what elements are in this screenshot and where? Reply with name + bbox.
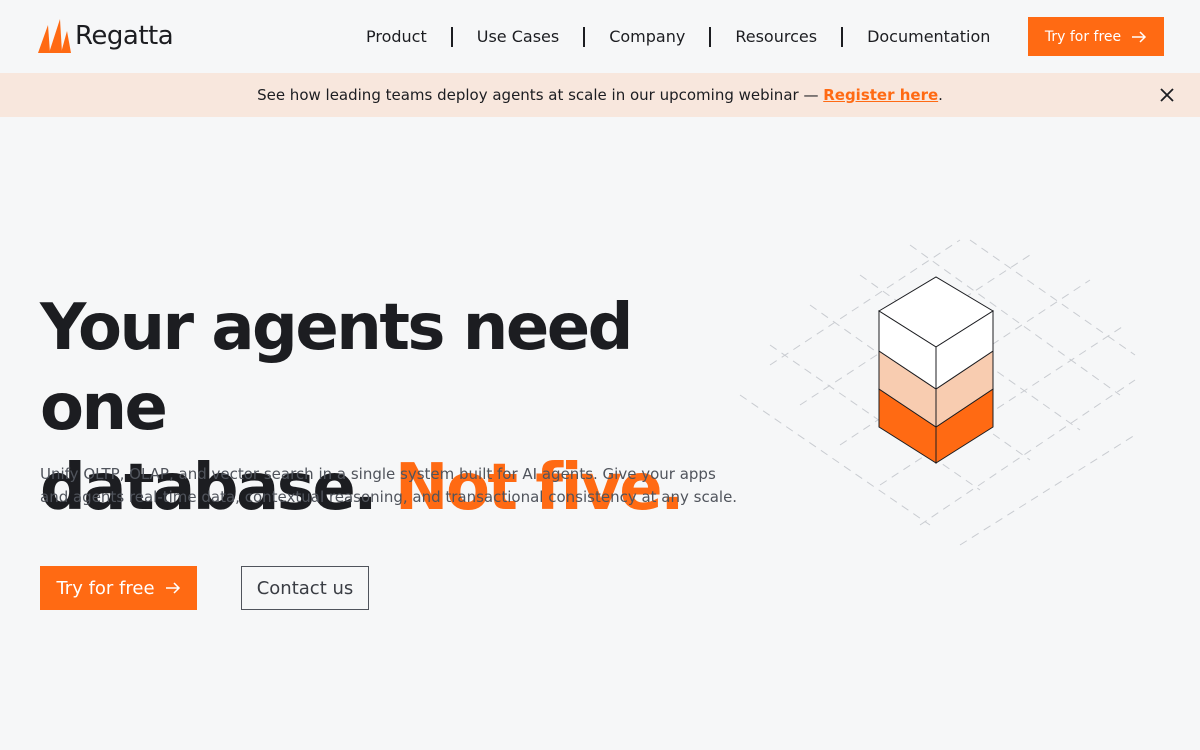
nav-item-use-cases[interactable]: Use Cases: [453, 26, 583, 48]
nav-item-company[interactable]: Company: [585, 26, 709, 48]
brand-name: Regatta: [75, 21, 174, 51]
banner-text: See how leading teams deploy agents at s…: [257, 86, 824, 104]
main-nav: Product Use Cases Company Resources Docu…: [342, 26, 1014, 48]
sails-logo-icon: [38, 19, 71, 53]
nav-item-resources[interactable]: Resources: [711, 26, 841, 48]
stacked-cube-icon: [739, 239, 1136, 546]
contact-us-button[interactable]: Contact us: [241, 566, 369, 610]
site-header: Regatta Product Use Cases Company Resour…: [0, 0, 1200, 73]
arrow-right-icon: [1132, 30, 1147, 43]
hero-title-line1: Your agents need one: [40, 291, 633, 445]
close-icon[interactable]: [1158, 86, 1176, 104]
announcement-banner: See how leading teams deploy agents at s…: [0, 73, 1200, 117]
logo[interactable]: Regatta: [36, 16, 174, 56]
header-try-free-button[interactable]: Try for free: [1028, 17, 1164, 56]
nav-item-product[interactable]: Product: [342, 26, 451, 48]
hero-try-free-button[interactable]: Try for free: [40, 566, 197, 610]
register-link[interactable]: Register here: [823, 86, 938, 104]
arrow-right-icon: [165, 582, 180, 594]
nav-item-documentation[interactable]: Documentation: [843, 26, 1014, 48]
hero-subtitle: Unify OLTP, OLAP, and vector search in a…: [40, 465, 738, 506]
hero-try-free-label: Try for free: [56, 577, 155, 599]
header-try-free-label: Try for free: [1044, 28, 1122, 45]
banner-message: See how leading teams deploy agents at s…: [257, 86, 943, 104]
banner-suffix: .: [938, 86, 943, 104]
